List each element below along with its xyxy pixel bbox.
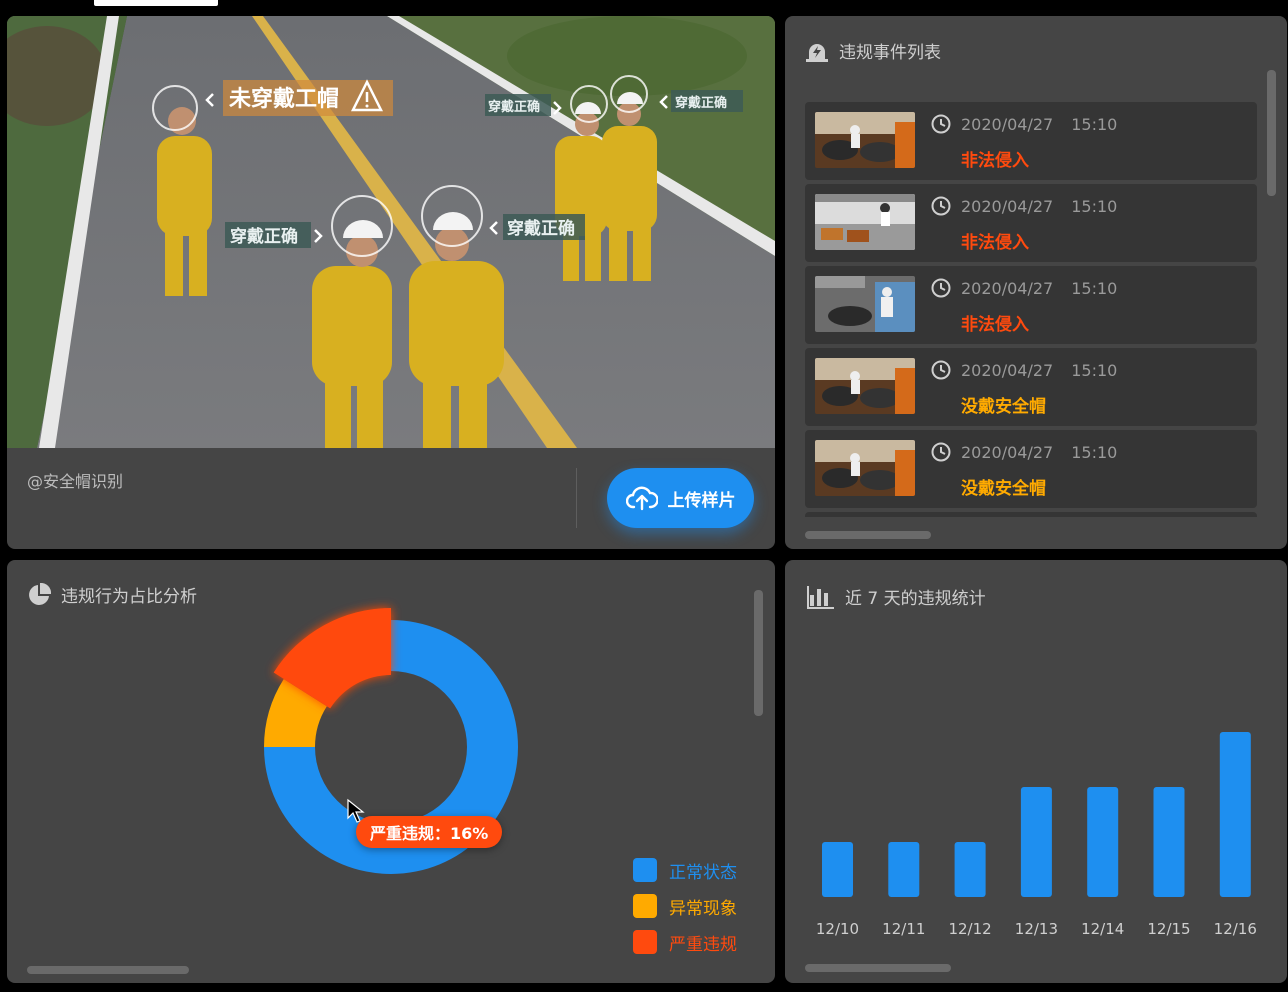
- event-time: 2020/04/27 15:10: [931, 114, 1117, 134]
- legend-swatch: [633, 894, 657, 918]
- pie-vertical-scrollbar[interactable]: [754, 590, 763, 716]
- bars-horizontal-scrollbar[interactable]: [805, 964, 951, 972]
- helmet-correct-tag: 穿戴正确: [507, 218, 575, 239]
- pie-horizontal-scrollbar[interactable]: [27, 966, 189, 974]
- chart-tooltip: 严重违规：16%: [356, 816, 503, 848]
- bar-12-13[interactable]: [1020, 787, 1052, 897]
- event-thumbnail[interactable]: [815, 440, 915, 496]
- violation-ratio-panel: 违规行为占比分析 严重违规：16% 正常状态 异常现象 严重违规: [7, 560, 775, 983]
- upload-sample-button[interactable]: 上传样片: [607, 468, 754, 528]
- event-thumbnail[interactable]: [815, 194, 915, 250]
- event-type: 非法侵入: [961, 151, 1029, 171]
- bar-12-14[interactable]: [1087, 787, 1119, 897]
- active-tab-indicator: [94, 0, 218, 6]
- cloud-upload-icon: [625, 486, 658, 511]
- event-date: 2020/04/27: [961, 442, 1054, 462]
- event-clock-time: 15:10: [1071, 114, 1118, 134]
- event-item[interactable]: 2020/04/27 15:10 没戴安全帽: [805, 348, 1257, 426]
- divider: [576, 468, 577, 528]
- camera-panel: 未穿戴工帽 穿戴正确 穿戴正确 穿戴正确 穿戴正确 @安全帽识别 上传样片: [7, 16, 775, 549]
- x-tick-label: 12/16: [1214, 920, 1257, 938]
- helmet-correct-tag: 穿戴正确: [230, 226, 298, 247]
- event-date: 2020/04/27: [961, 114, 1054, 134]
- event-thumbnail[interactable]: [815, 358, 915, 414]
- clock-icon: [931, 196, 951, 216]
- events-horizontal-scrollbar[interactable]: [805, 531, 931, 539]
- event-item[interactable]: 2020/04/27 15:10 非法侵入: [805, 184, 1257, 262]
- event-thumbnail[interactable]: [815, 112, 915, 168]
- upload-sample-label: 上传样片: [667, 490, 736, 511]
- event-item[interactable]: 2020/04/27 15:10 没戴安全帽: [805, 430, 1257, 508]
- event-clock-time: 15:10: [1071, 442, 1118, 462]
- legend-item-abnormal[interactable]: 异常现象: [633, 888, 737, 924]
- legend-label: 严重违规: [669, 934, 737, 955]
- event-type: 没戴安全帽: [961, 479, 1046, 499]
- clock-icon: [931, 278, 951, 298]
- events-vertical-scrollbar[interactable]: [1267, 70, 1276, 196]
- event-date: 2020/04/27: [961, 196, 1054, 216]
- x-tick-label: 12/11: [882, 920, 925, 938]
- x-tick-label: 12/12: [948, 920, 991, 938]
- event-thumbnail[interactable]: [815, 276, 915, 332]
- event-clock-time: 15:10: [1071, 360, 1118, 380]
- x-tick-label: 12/14: [1081, 920, 1124, 938]
- clock-icon: [931, 360, 951, 380]
- helmet-correct-tag: 穿戴正确: [675, 95, 727, 111]
- legend-swatch: [633, 858, 657, 882]
- pie-legend: 正常状态 异常现象 严重违规: [633, 852, 737, 960]
- event-clock-time: 15:10: [1071, 196, 1118, 216]
- event-date: 2020/04/27: [961, 360, 1054, 380]
- event-item[interactable]: 2020/04/27 15:10 非法侵入: [805, 102, 1257, 180]
- events-title: 违规事件列表: [805, 38, 941, 63]
- violation-events-panel: 违规事件列表 2020/04/27 15:10 非法侵入 2020/04/27 15…: [785, 16, 1287, 549]
- no-helmet-tag: 未穿戴工帽: [229, 86, 339, 112]
- bar-chart: 12/10 12/11 12/12 12/13 12/14 12/15 12/16: [816, 732, 1257, 938]
- legend-item-normal[interactable]: 正常状态: [633, 852, 737, 888]
- alarm-icon: [806, 43, 828, 62]
- x-tick-label: 12/13: [1015, 920, 1058, 938]
- event-time: 2020/04/27 15:10: [931, 278, 1117, 298]
- bar-12-16[interactable]: [1219, 732, 1251, 897]
- bar-12-10[interactable]: [822, 842, 853, 897]
- events-title-text: 违规事件列表: [839, 43, 941, 63]
- clock-icon: [931, 114, 951, 134]
- legend-label: 正常状态: [669, 862, 737, 883]
- legend-swatch: [633, 930, 657, 954]
- event-time: 2020/04/27 15:10: [931, 196, 1117, 216]
- legend-label: 异常现象: [669, 898, 737, 919]
- event-time: 2020/04/27 15:10: [931, 360, 1117, 380]
- bar-12-12[interactable]: [954, 842, 986, 897]
- event-time: 2020/04/27 15:10: [931, 442, 1117, 462]
- event-date: 2020/04/27: [961, 278, 1054, 298]
- x-tick-label: 12/10: [816, 920, 859, 938]
- event-type: 没戴安全帽: [961, 397, 1046, 417]
- source-label: @安全帽识别: [27, 472, 124, 491]
- event-type: 非法侵入: [961, 233, 1029, 253]
- clock-icon: [931, 442, 951, 462]
- event-clock-time: 15:10: [1071, 278, 1118, 298]
- event-item[interactable]: 2020/04/27 15:10 非法侵入: [805, 266, 1257, 344]
- event-type: 非法侵入: [961, 315, 1029, 335]
- bar-12-11[interactable]: [888, 842, 920, 897]
- event-list[interactable]: 2020/04/27 15:10 非法侵入 2020/04/27 15:10 非法侵…: [805, 102, 1257, 517]
- weekly-stats-panel: 近 7 天的违规统计 12/10 12/11 12/12 12/13 12/14 12/1…: [785, 560, 1287, 983]
- x-tick-label: 12/15: [1147, 920, 1190, 938]
- camera-feed: 未穿戴工帽 穿戴正确 穿戴正确 穿戴正确 穿戴正确: [7, 16, 775, 448]
- event-item[interactable]: [805, 512, 1257, 517]
- helmet-correct-tag: 穿戴正确: [488, 99, 540, 115]
- legend-item-severe[interactable]: 严重违规: [633, 924, 737, 960]
- bar-12-15[interactable]: [1153, 787, 1185, 897]
- camera-scene: 未穿戴工帽 穿戴正确 穿戴正确 穿戴正确 穿戴正确: [7, 16, 775, 448]
